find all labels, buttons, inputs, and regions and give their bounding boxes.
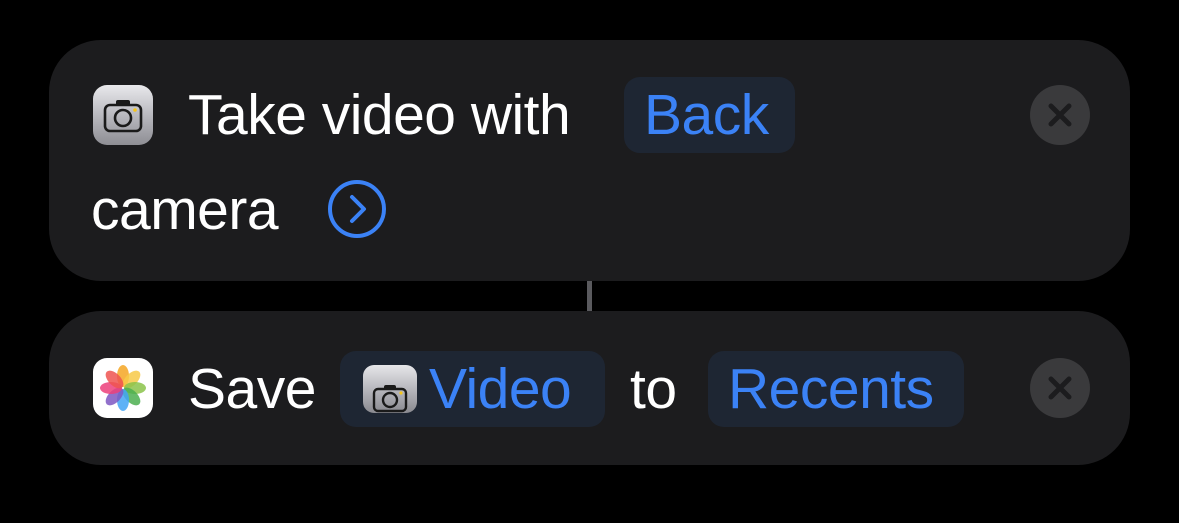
camera-parameter-token[interactable]: Back bbox=[624, 77, 795, 153]
video-input-label: Video bbox=[429, 357, 572, 421]
remove-action-button[interactable] bbox=[1030, 85, 1090, 145]
action-text-save: Save bbox=[188, 357, 316, 421]
action-text-to: to bbox=[630, 357, 677, 421]
take-video-action-card[interactable] bbox=[49, 40, 1130, 281]
close-icon bbox=[1048, 376, 1072, 400]
chevron-right-circle-icon[interactable] bbox=[327, 179, 387, 239]
camera-parameter-label: Back bbox=[644, 83, 769, 147]
camera-app-icon bbox=[93, 85, 153, 145]
camera-app-icon bbox=[363, 365, 417, 413]
remove-action-button[interactable] bbox=[1030, 358, 1090, 418]
action-text-take-video: Take video with bbox=[188, 83, 571, 147]
shortcut-editor: Take video with Back camera Save Video t… bbox=[0, 0, 1179, 523]
photos-app-icon bbox=[93, 358, 153, 418]
action-connector-line bbox=[587, 281, 592, 311]
video-input-token[interactable]: Video bbox=[340, 351, 605, 427]
close-icon bbox=[1048, 103, 1072, 127]
action-text-camera: camera bbox=[91, 178, 279, 242]
album-parameter-label: Recents bbox=[728, 357, 934, 421]
album-parameter-token[interactable]: Recents bbox=[708, 351, 964, 427]
